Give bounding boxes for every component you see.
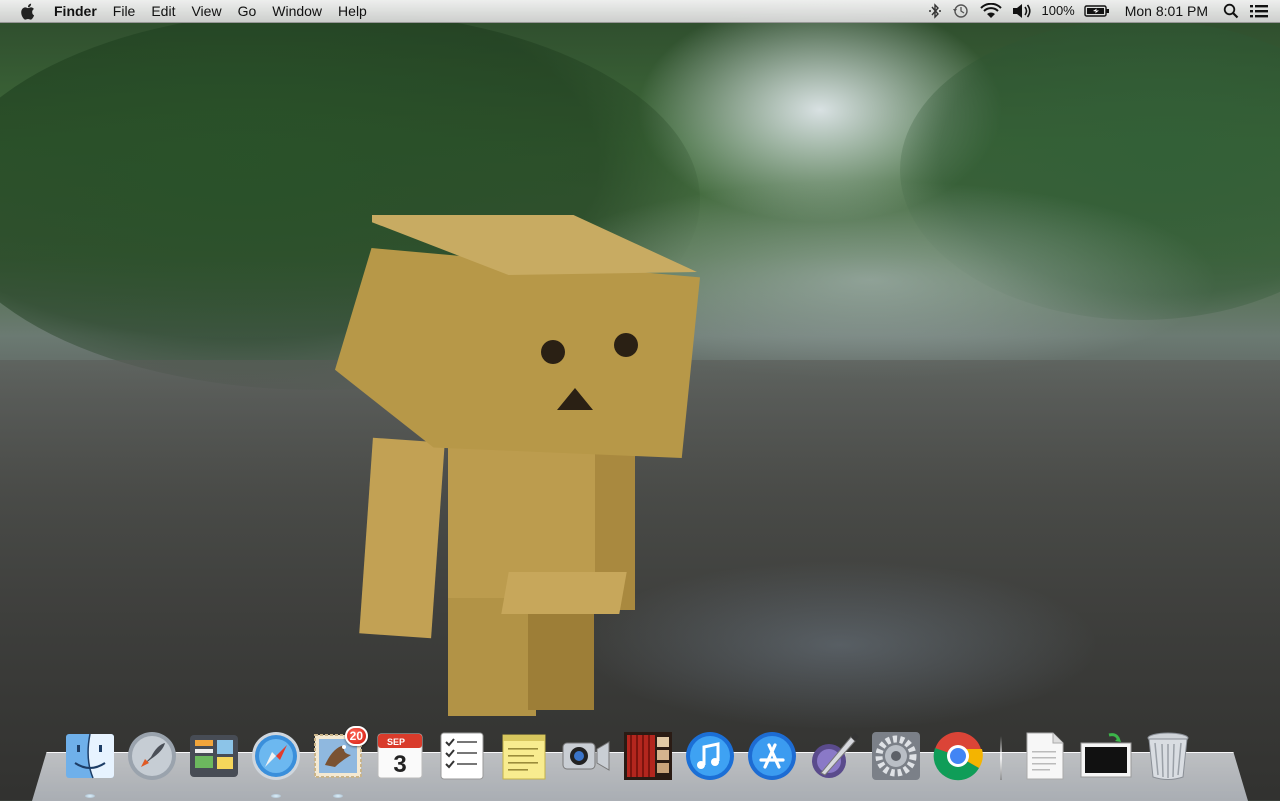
dock-item-safari[interactable]: [248, 728, 304, 798]
danbo-left-eye: [541, 340, 565, 364]
system-preferences-icon: [872, 732, 920, 780]
dock: 20 SEP 3: [62, 724, 1202, 798]
reminders-icon: [440, 732, 484, 780]
notification-center-icon[interactable]: [1249, 0, 1269, 22]
dock-item-notes[interactable]: [496, 728, 552, 784]
dock-item-google-chrome[interactable]: [930, 728, 986, 784]
menu-edit[interactable]: Edit: [143, 0, 183, 22]
document-stack-icon: [1026, 732, 1064, 780]
wifi-icon[interactable]: [980, 0, 1003, 22]
safari-icon: [252, 732, 300, 780]
wallpaper-puddle: [580, 560, 1100, 730]
battery-percent[interactable]: 100%: [1041, 0, 1074, 22]
apple-logo-icon[interactable]: [16, 0, 38, 22]
chrome-icon: [933, 732, 983, 781]
menu-bar-left: Finder File Edit View Go Window Help: [0, 0, 375, 22]
photo-booth-icon: [624, 732, 672, 780]
calendar-month: SEP: [387, 737, 405, 747]
dock-item-dashboard[interactable]: [186, 728, 242, 784]
menu-view[interactable]: View: [183, 0, 229, 22]
bluetooth-icon[interactable]: [928, 0, 942, 22]
danbo-left-leg: [448, 598, 536, 716]
time-machine-icon[interactable]: [952, 0, 970, 22]
battery-icon[interactable]: [1084, 0, 1110, 22]
itunes-icon: [686, 732, 734, 780]
running-indicator: [85, 794, 95, 798]
desktop-wallpaper: [0, 0, 1280, 800]
menu-help[interactable]: Help: [330, 0, 375, 22]
dock-item-mail[interactable]: 20: [310, 726, 368, 798]
running-indicator: [271, 794, 281, 798]
screen-sharing-icon: [1080, 733, 1132, 778]
danbo-mouth: [557, 388, 593, 410]
danbo-skirt: [501, 572, 627, 614]
dock-stack-downloads[interactable]: [1078, 728, 1134, 784]
danbo-left-arm: [359, 437, 445, 639]
menu-app-finder[interactable]: Finder: [46, 0, 105, 22]
danbo-right-eye: [614, 333, 638, 357]
dock-item-finder[interactable]: [62, 728, 118, 798]
menu-file[interactable]: File: [105, 0, 144, 22]
danbo-right-leg: [528, 600, 594, 710]
facetime-icon: [562, 741, 610, 771]
dock-item-system-preferences[interactable]: [868, 728, 924, 784]
volume-icon[interactable]: [1012, 0, 1032, 22]
calendar-day: 3: [393, 751, 406, 778]
spotlight-search-icon[interactable]: [1223, 0, 1239, 22]
menu-clock[interactable]: Mon 8:01 PM: [1125, 0, 1208, 22]
dock-item-app-store[interactable]: [744, 728, 800, 784]
trash-icon: [1147, 732, 1189, 780]
dock-item-script-editor[interactable]: [806, 728, 862, 784]
dock-item-reminders[interactable]: [434, 728, 490, 784]
mail-unread-badge: 20: [344, 726, 368, 746]
menu-bar-status-area: 100% Mon 8:01 PM: [923, 0, 1280, 22]
launchpad-icon: [128, 732, 176, 780]
dock-separator: [1000, 736, 1002, 780]
dock-item-itunes[interactable]: [682, 728, 738, 784]
script-editor-icon: [812, 733, 859, 778]
dock-item-facetime[interactable]: [558, 728, 614, 784]
dock-item-photo-booth[interactable]: [620, 728, 676, 784]
app-store-icon: [748, 732, 796, 780]
running-indicator: [333, 794, 343, 798]
menu-go[interactable]: Go: [230, 0, 265, 22]
calendar-icon: SEP 3: [377, 733, 423, 779]
menu-window[interactable]: Window: [264, 0, 330, 22]
dock-item-calendar[interactable]: SEP 3: [372, 728, 428, 784]
dock-item-launchpad[interactable]: [124, 728, 180, 784]
notes-icon: [502, 734, 546, 780]
dashboard-icon: [190, 735, 238, 777]
dock-item-trash[interactable]: [1140, 728, 1196, 784]
menu-bar: Finder File Edit View Go Window Help 100…: [0, 0, 1280, 23]
dock-stack-documents[interactable]: [1016, 728, 1072, 784]
finder-icon: [66, 733, 114, 779]
